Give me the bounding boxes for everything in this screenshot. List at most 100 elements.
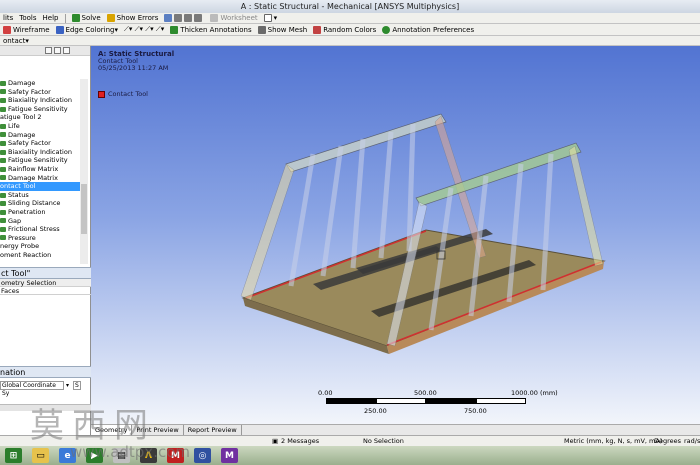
thicken-label: Thicken Annotations xyxy=(180,25,252,34)
app-icon-3[interactable]: ◎ xyxy=(194,448,211,463)
tree-item[interactable]: Biaxiality Indication xyxy=(0,148,80,157)
zoom-tools[interactable] xyxy=(164,14,204,22)
edge-coloring-button[interactable]: Edge Coloring ▾ xyxy=(55,25,118,34)
window-dropdown[interactable]: ▾ xyxy=(263,14,277,22)
annotation-preferences-button[interactable]: Annotation Preferences xyxy=(382,25,474,34)
tree-item[interactable]: Safety Factor xyxy=(0,139,80,148)
thicken-annotations-button[interactable]: Thicken Annotations xyxy=(170,25,252,34)
tree-item-label: Biaxiality Indication xyxy=(8,96,72,105)
tree-item-label: Pressure xyxy=(8,233,36,242)
random-colors-icon xyxy=(313,25,322,34)
tree-item[interactable]: Biaxiality Indication xyxy=(0,96,80,105)
annotation-prefs-icon xyxy=(382,25,391,34)
menu-tools[interactable]: Tools xyxy=(19,14,36,22)
tree-item[interactable]: Safety Factor xyxy=(0,88,80,97)
result-icon xyxy=(0,97,6,103)
result-icon xyxy=(0,201,6,207)
result-icon xyxy=(0,158,6,164)
status-angle[interactable]: Degrees xyxy=(654,437,681,446)
outline-pin-icon[interactable] xyxy=(45,47,52,54)
tree-item-label: Sliding Distance xyxy=(8,199,61,208)
result-icon xyxy=(0,80,6,86)
start-icon[interactable]: ⊞ xyxy=(5,448,22,463)
tree-item-label: Safety Factor xyxy=(8,139,51,148)
tree-item[interactable]: Gap xyxy=(0,217,80,226)
result-icon xyxy=(0,140,6,146)
tree-item[interactable]: atigue Tool 2 xyxy=(0,113,80,122)
random-colors-label: Random Colors xyxy=(323,25,377,34)
solve-icon xyxy=(71,14,80,22)
watermark-text: 莫西网 xyxy=(30,406,156,446)
scale-segment-1 xyxy=(326,398,376,404)
tree-item[interactable]: Damage xyxy=(0,79,80,88)
outline-panel: Damage Safety Factor Biaxiality Indication… xyxy=(0,46,91,435)
result-icon xyxy=(0,132,6,138)
tree-item[interactable]: ontact Tool xyxy=(0,182,80,191)
menu-lits[interactable]: lits xyxy=(3,14,13,22)
contact-label: ontact xyxy=(3,36,26,45)
outline-close-icon[interactable] xyxy=(63,47,70,54)
window-icon xyxy=(263,14,272,22)
tree-item[interactable]: Penetration xyxy=(0,208,80,217)
front-top-rail xyxy=(415,142,582,207)
tree-item[interactable]: nergy Probe xyxy=(0,242,80,251)
tree-item[interactable]: Damage Matrix xyxy=(0,174,80,183)
coordinate-system-select[interactable]: Global Coordinate Sy xyxy=(0,380,64,397)
tree-item[interactable]: Sliding Distance xyxy=(0,199,80,208)
details-row-geometry[interactable]: ometry Selection xyxy=(0,279,91,287)
result-icon xyxy=(0,175,6,181)
scale-segment-3 xyxy=(426,398,476,404)
tree-item[interactable]: Damage xyxy=(0,131,80,140)
tree-item[interactable]: Status xyxy=(0,191,80,200)
folder-icon[interactable]: ▭ xyxy=(32,448,49,463)
status-messages[interactable]: 2 Messages xyxy=(281,437,319,446)
wireframe-icon xyxy=(3,25,11,34)
tree-item-label: oment Reaction xyxy=(0,250,52,259)
app-icon-4[interactable]: M xyxy=(221,448,238,463)
random-colors-button[interactable]: Random Colors xyxy=(313,25,377,34)
scale-label-250: 250.00 xyxy=(364,407,387,415)
show-mesh-label: Show Mesh xyxy=(267,25,308,34)
show-mesh-button[interactable]: Show Mesh xyxy=(257,25,308,34)
tree-item-label: Safety Factor xyxy=(8,87,51,96)
toolbar-separator xyxy=(64,13,66,23)
edge-tools[interactable]: ⟋▾ ⟋▾ ⟋▾ ⟋▾ xyxy=(124,25,164,34)
result-icon xyxy=(0,226,6,232)
messages-icon[interactable]: ▣ xyxy=(272,437,278,446)
solve-button[interactable]: Solve xyxy=(71,14,101,22)
scale-label-750: 750.00 xyxy=(464,407,487,415)
model-geometry[interactable] xyxy=(91,46,700,424)
main-toolbar: lits Tools Help Solve Show Errors Worksh… xyxy=(0,13,700,24)
graphics-viewport[interactable]: A: Static Structural Contact Tool 05/25/… xyxy=(91,46,700,424)
tree-item[interactable]: Life xyxy=(0,122,80,131)
show-errors-label: Show Errors xyxy=(116,14,159,22)
tree-item-label: Penetration xyxy=(8,207,46,216)
tree-item[interactable]: Frictional Stress xyxy=(0,225,80,234)
wireframe-button[interactable]: Wireframe xyxy=(3,25,50,34)
details-row-faces[interactable]: Faces xyxy=(0,287,91,295)
s-field[interactable]: S xyxy=(73,380,81,390)
outline-scrollbar[interactable] xyxy=(80,79,88,264)
scrollbar-thumb[interactable] xyxy=(81,184,87,234)
graphics-toolbar: Wireframe Edge Coloring ▾ ⟋▾ ⟋▾ ⟋▾ ⟋▾ Thi… xyxy=(0,24,700,36)
worksheet-button[interactable]: Worksheet xyxy=(210,14,258,22)
tab-report-preview[interactable]: Report Preview xyxy=(184,425,242,435)
contact-dropdown[interactable]: ontact ▾ xyxy=(3,37,29,45)
result-icon xyxy=(0,218,6,224)
show-errors-button[interactable]: Show Errors xyxy=(106,14,159,22)
outline-minimize-icon[interactable] xyxy=(54,47,61,54)
menu-help[interactable]: Help xyxy=(43,14,59,22)
errors-icon xyxy=(106,14,115,22)
select-arrow-icon[interactable]: ▾ xyxy=(66,382,69,389)
tree-item[interactable]: Fatigue Sensitivity xyxy=(0,105,80,114)
tree-item-label: Frictional Stress xyxy=(8,225,60,234)
tree-item[interactable]: Pressure xyxy=(0,234,80,243)
scale-label-500: 500.00 xyxy=(414,389,437,397)
result-icon xyxy=(0,123,6,129)
status-units[interactable]: Metric (mm, kg, N, s, mV, mA) xyxy=(564,437,662,446)
tree-item[interactable]: Fatigue Sensitivity xyxy=(0,156,80,165)
status-rad[interactable]: rad/s xyxy=(684,437,700,446)
tree-item[interactable]: Rainflow Matrix xyxy=(0,165,80,174)
rotate-icon xyxy=(194,14,203,22)
tree-item[interactable]: oment Reaction xyxy=(0,251,80,260)
